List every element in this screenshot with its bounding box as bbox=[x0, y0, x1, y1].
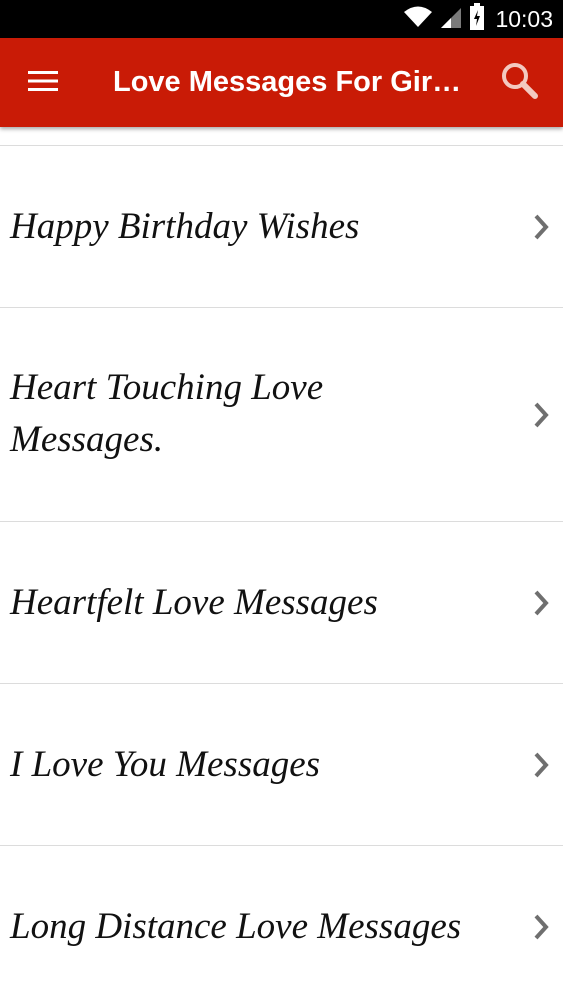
search-icon bbox=[499, 60, 539, 105]
list-item-happy-birthday-wishes[interactable]: Happy Birthday Wishes bbox=[0, 146, 563, 308]
list-item-label: Heartfelt Love Messages bbox=[10, 582, 378, 623]
menu-icon bbox=[27, 69, 59, 98]
message-category-list: Happy Birthday Wishes Heart Touching Lov… bbox=[0, 127, 563, 1000]
list-item-i-love-you-messages[interactable]: I Love You Messages bbox=[0, 684, 563, 846]
signal-icon bbox=[439, 5, 463, 34]
list-item-heartfelt-love-messages[interactable]: Heartfelt Love Messages bbox=[0, 522, 563, 684]
list-item-heart-touching-love-messages[interactable]: Heart Touching Love Messages. bbox=[0, 308, 563, 522]
search-button[interactable] bbox=[495, 58, 543, 106]
chevron-right-icon bbox=[531, 912, 553, 942]
chevron-right-icon bbox=[531, 750, 553, 780]
menu-button[interactable] bbox=[20, 60, 66, 106]
status-icons: 10:03 bbox=[403, 0, 553, 38]
wifi-icon bbox=[403, 5, 433, 34]
list-item-label: Happy Birthday Wishes bbox=[10, 206, 360, 247]
status-time: 10:03 bbox=[495, 5, 553, 32]
chevron-right-icon bbox=[531, 212, 553, 242]
list-item-label: I Love You Messages bbox=[10, 744, 321, 785]
battery-icon bbox=[469, 2, 485, 36]
list-item-long-distance-love-messages[interactable]: Long Distance Love Messages bbox=[0, 846, 563, 1000]
chevron-right-icon bbox=[531, 400, 553, 430]
status-bar: 10:03 bbox=[0, 0, 563, 38]
app-bar: Love Messages For Gir… bbox=[0, 38, 563, 127]
list-item-label: Long Distance Love Messages bbox=[10, 906, 462, 947]
chevron-right-icon bbox=[531, 588, 553, 618]
page-title: Love Messages For Gir… bbox=[113, 66, 462, 98]
list-item-label: Heart Touching Love Messages. bbox=[10, 367, 324, 460]
